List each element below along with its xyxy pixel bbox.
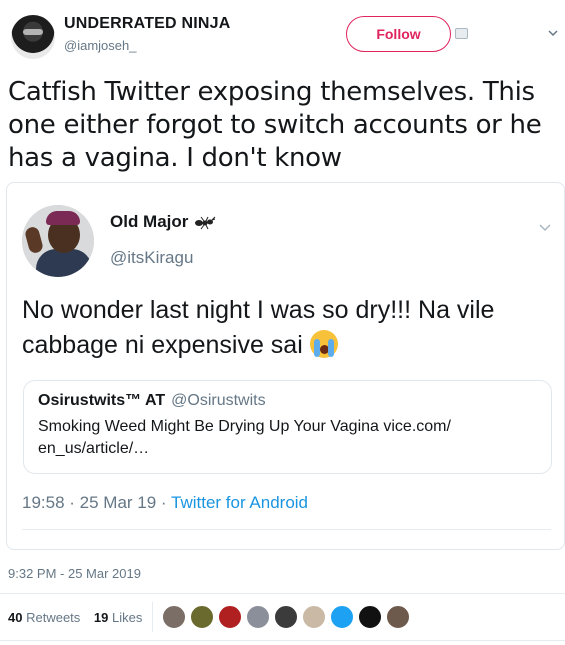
crying-face-icon [309,330,338,358]
chevron-down-icon[interactable] [539,221,551,233]
quoted-meta: 19:58 · 25 Mar 19 · Twitter for Android [22,493,308,513]
quoted-author-handle[interactable]: @itsKiragu [110,248,193,268]
liker-avatar-1[interactable] [162,605,186,629]
retweets-stat[interactable]: 40 Retweets [8,610,80,625]
tweet-stats: 40 Retweets 19 Likes [8,610,142,625]
likes-stat[interactable]: 19 Likes [94,610,142,625]
quoted-tweet-text: No wonder last night I was so dry!!! Na … [22,293,552,363]
liker-avatar-6[interactable] [302,605,326,629]
likes-count: 19 [93,610,109,625]
liker-avatar-5[interactable] [274,605,298,629]
tweet-header: UNDERRATED NINJA @iamjoseh_ Follow [0,0,565,70]
retweets-count: 40 [8,610,23,625]
card-icon [455,28,468,39]
quoted-time[interactable]: 19:58 · 25 Mar 19 · [22,493,167,512]
divider [0,593,565,594]
tweet-text: Catfish Twitter exposing themselves. Thi… [8,77,542,173]
nested-quoted-tweet[interactable]: Osirustwits™ AT @Osirustwits Smoking Weed… [23,380,552,474]
divider [22,529,551,530]
tweet-timestamp[interactable]: 9:32 PM - 25 Mar 2019 [8,566,141,581]
liker-avatar-4[interactable] [246,605,270,629]
likers-avatars [162,605,410,631]
retweets-label: Retweets [26,610,81,625]
follow-button[interactable]: Follow [346,16,451,52]
ant-icon [195,216,216,230]
liker-avatar-3[interactable] [218,605,242,629]
liker-avatar-8[interactable] [358,605,382,629]
liker-avatar-7[interactable] [330,605,354,629]
likes-label: Likes [112,610,143,625]
author-name[interactable]: UNDERRATED NINJA [64,15,230,33]
quoted-author-name[interactable]: Old Major [110,212,188,232]
liker-avatar-9[interactable] [386,605,410,629]
nested-tweet-text: Smoking Weed Might Be Drying Up Your Vag… [38,418,451,457]
divider [152,602,153,632]
nested-author-handle: @Osirustwits [171,392,266,409]
quoted-text-content: No wonder last night I was so dry!!! Na … [22,296,495,359]
chevron-down-icon[interactable] [548,28,558,38]
quoted-source-link[interactable]: Twitter for Android [171,493,308,512]
quoted-author-avatar[interactable] [22,205,94,277]
liker-avatar-2[interactable] [190,605,214,629]
author-handle[interactable]: @iamjoseh_ [64,38,136,53]
nested-author: Osirustwits™ AT @Osirustwits [38,392,266,410]
divider [0,640,565,641]
author-avatar[interactable] [11,15,55,59]
nested-author-name: Osirustwits™ AT [38,392,166,409]
quoted-tweet-card[interactable]: Old Major @itsKiragu No wonder last nigh… [6,182,565,550]
